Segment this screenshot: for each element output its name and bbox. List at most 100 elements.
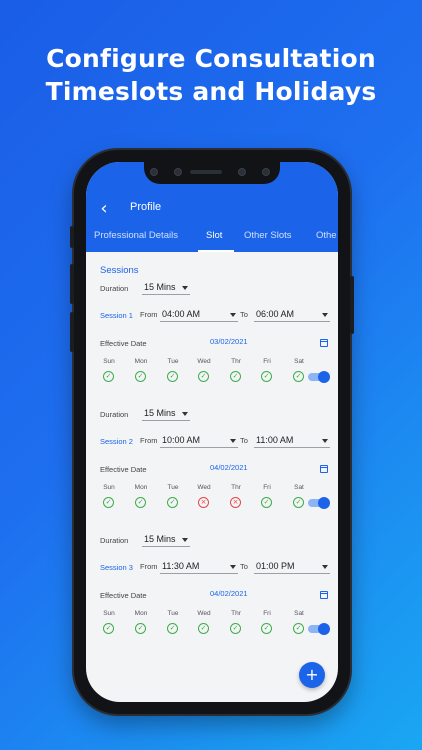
tab-bar: Professional Details Slot Other Slots Ot… bbox=[86, 222, 338, 252]
headline-line-2: Timeslots and Holidays bbox=[45, 77, 377, 106]
weekday-label: Thr bbox=[231, 610, 241, 617]
weekday-toggle[interactable]: Thr ✓ bbox=[225, 358, 247, 382]
weekday-toggle[interactable]: Sat ✓ bbox=[288, 484, 310, 508]
weekday-toggle[interactable]: Tue ✓ bbox=[162, 484, 184, 508]
weekday-toggle[interactable]: Fri ✓ bbox=[256, 610, 278, 634]
sensor-dot bbox=[150, 168, 158, 176]
from-time-value: 04:00 AM bbox=[162, 309, 201, 319]
toggle-knob bbox=[318, 371, 330, 383]
weekday-label: Mon bbox=[134, 484, 148, 491]
tab-professional-details[interactable]: Professional Details bbox=[94, 230, 178, 241]
mute-switch bbox=[70, 226, 74, 248]
weekday-toggle[interactable]: Sun ✓ bbox=[98, 484, 120, 508]
weekday-toggle[interactable]: Mon ✓ bbox=[130, 358, 152, 382]
weekday-label: Mon bbox=[134, 358, 148, 365]
session-label: Session 2 bbox=[100, 437, 133, 446]
weekday-toggle[interactable]: Wed ✓ bbox=[193, 358, 215, 382]
to-label: To bbox=[240, 310, 248, 319]
effective-date-value[interactable]: 04/02/2021 bbox=[210, 589, 248, 598]
weekday-label: Wed bbox=[197, 610, 211, 617]
toggle-knob bbox=[318, 497, 330, 509]
session-toggle[interactable] bbox=[308, 497, 330, 509]
chevron-down-icon bbox=[182, 538, 188, 542]
weekday-toggle[interactable]: Sun ✓ bbox=[98, 610, 120, 634]
weekday-label: Sun bbox=[103, 484, 115, 491]
weekday-label: Thr bbox=[231, 484, 241, 491]
calendar-icon[interactable] bbox=[320, 339, 328, 347]
check-circle-icon: ✓ bbox=[135, 623, 146, 634]
weekday-toggle[interactable]: Tue ✓ bbox=[162, 610, 184, 634]
weekday-toggle[interactable]: Sat ✓ bbox=[288, 610, 310, 634]
tab-slot[interactable]: Slot bbox=[206, 230, 222, 241]
duration-value: 15 Mins bbox=[144, 282, 176, 292]
calendar-icon[interactable] bbox=[320, 591, 328, 599]
to-time-value: 01:00 PM bbox=[256, 561, 295, 571]
to-time-value: 06:00 AM bbox=[256, 309, 295, 319]
to-label: To bbox=[240, 436, 248, 445]
check-circle-icon: ✓ bbox=[261, 371, 272, 382]
sensor-dot bbox=[262, 168, 270, 176]
session-block: Duration 15 Mins Session 1 From 04:00 AM… bbox=[86, 282, 338, 408]
effective-date-value[interactable]: 03/02/2021 bbox=[210, 337, 248, 346]
from-time-value: 10:00 AM bbox=[162, 435, 201, 445]
weekday-label: Tue bbox=[167, 358, 179, 365]
weekday-selector: Sun ✓ Mon ✓ Tue ✓ Wed ✓ Thr ✓ Fri ✓ Sat ✓ bbox=[98, 610, 304, 646]
weekday-toggle[interactable]: Mon ✓ bbox=[130, 610, 152, 634]
to-underline bbox=[254, 321, 330, 322]
weekday-toggle[interactable]: Mon ✓ bbox=[130, 484, 152, 508]
toggle-knob bbox=[318, 623, 330, 635]
effective-date-label: Effective Date bbox=[100, 465, 147, 474]
tab-other[interactable]: Othe bbox=[316, 230, 337, 241]
weekday-label: Fri bbox=[263, 610, 271, 617]
weekday-toggle[interactable]: Fri ✓ bbox=[256, 484, 278, 508]
weekday-label: Tue bbox=[167, 610, 179, 617]
weekday-toggle[interactable]: Tue ✓ bbox=[162, 358, 184, 382]
weekday-label: Wed bbox=[197, 484, 211, 491]
chevron-down-icon bbox=[230, 439, 236, 443]
weekday-toggle[interactable]: Wed × bbox=[193, 484, 215, 508]
weekday-selector: Sun ✓ Mon ✓ Tue ✓ Wed × Thr × Fri ✓ Sat ✓ bbox=[98, 484, 304, 520]
weekday-toggle[interactable]: Wed ✓ bbox=[193, 610, 215, 634]
weekday-label: Sun bbox=[103, 358, 115, 365]
session-label: Session 1 bbox=[100, 311, 133, 320]
weekday-label: Wed bbox=[197, 358, 211, 365]
session-label: Session 3 bbox=[100, 563, 133, 572]
chevron-down-icon bbox=[182, 412, 188, 416]
session-toggle[interactable] bbox=[308, 371, 330, 383]
plus-icon: + bbox=[305, 665, 319, 684]
weekday-toggle[interactable]: Thr ✓ bbox=[225, 610, 247, 634]
duration-label: Duration bbox=[100, 536, 129, 545]
phone-screen: ‹ Profile Professional Details Slot Othe… bbox=[86, 162, 338, 702]
from-time-value: 11:30 AM bbox=[162, 561, 200, 571]
effective-date-label: Effective Date bbox=[100, 339, 147, 348]
from-underline bbox=[160, 447, 238, 448]
weekday-toggle[interactable]: Sun ✓ bbox=[98, 358, 120, 382]
to-label: To bbox=[240, 562, 248, 571]
weekday-label: Mon bbox=[134, 610, 148, 617]
weekday-toggle[interactable]: Fri ✓ bbox=[256, 358, 278, 382]
speaker-grille bbox=[190, 170, 222, 174]
tab-other-slots[interactable]: Other Slots bbox=[244, 230, 292, 241]
calendar-icon[interactable] bbox=[320, 465, 328, 473]
effective-date-value[interactable]: 04/02/2021 bbox=[210, 463, 248, 472]
add-session-button[interactable]: + bbox=[299, 662, 325, 688]
check-circle-icon: ✓ bbox=[198, 371, 209, 382]
chevron-down-icon bbox=[322, 565, 328, 569]
chevron-down-icon bbox=[230, 565, 236, 569]
duration-value: 15 Mins bbox=[144, 534, 176, 544]
back-arrow-icon[interactable]: ‹ bbox=[96, 200, 112, 218]
weekday-label: Tue bbox=[167, 484, 179, 491]
check-circle-icon: ✓ bbox=[103, 371, 114, 382]
check-circle-icon: ✓ bbox=[103, 623, 114, 634]
weekday-toggle[interactable]: Sat ✓ bbox=[288, 358, 310, 382]
weekday-toggle[interactable]: Thr × bbox=[225, 484, 247, 508]
notch bbox=[144, 162, 280, 184]
check-circle-icon: ✓ bbox=[103, 497, 114, 508]
check-circle-icon: ✓ bbox=[293, 497, 304, 508]
session-toggle[interactable] bbox=[308, 623, 330, 635]
headline-line-1: Configure Consultation bbox=[46, 44, 376, 73]
check-circle-icon: ✓ bbox=[198, 623, 209, 634]
cross-circle-icon: × bbox=[198, 497, 209, 508]
check-circle-icon: ✓ bbox=[261, 623, 272, 634]
check-circle-icon: ✓ bbox=[261, 497, 272, 508]
